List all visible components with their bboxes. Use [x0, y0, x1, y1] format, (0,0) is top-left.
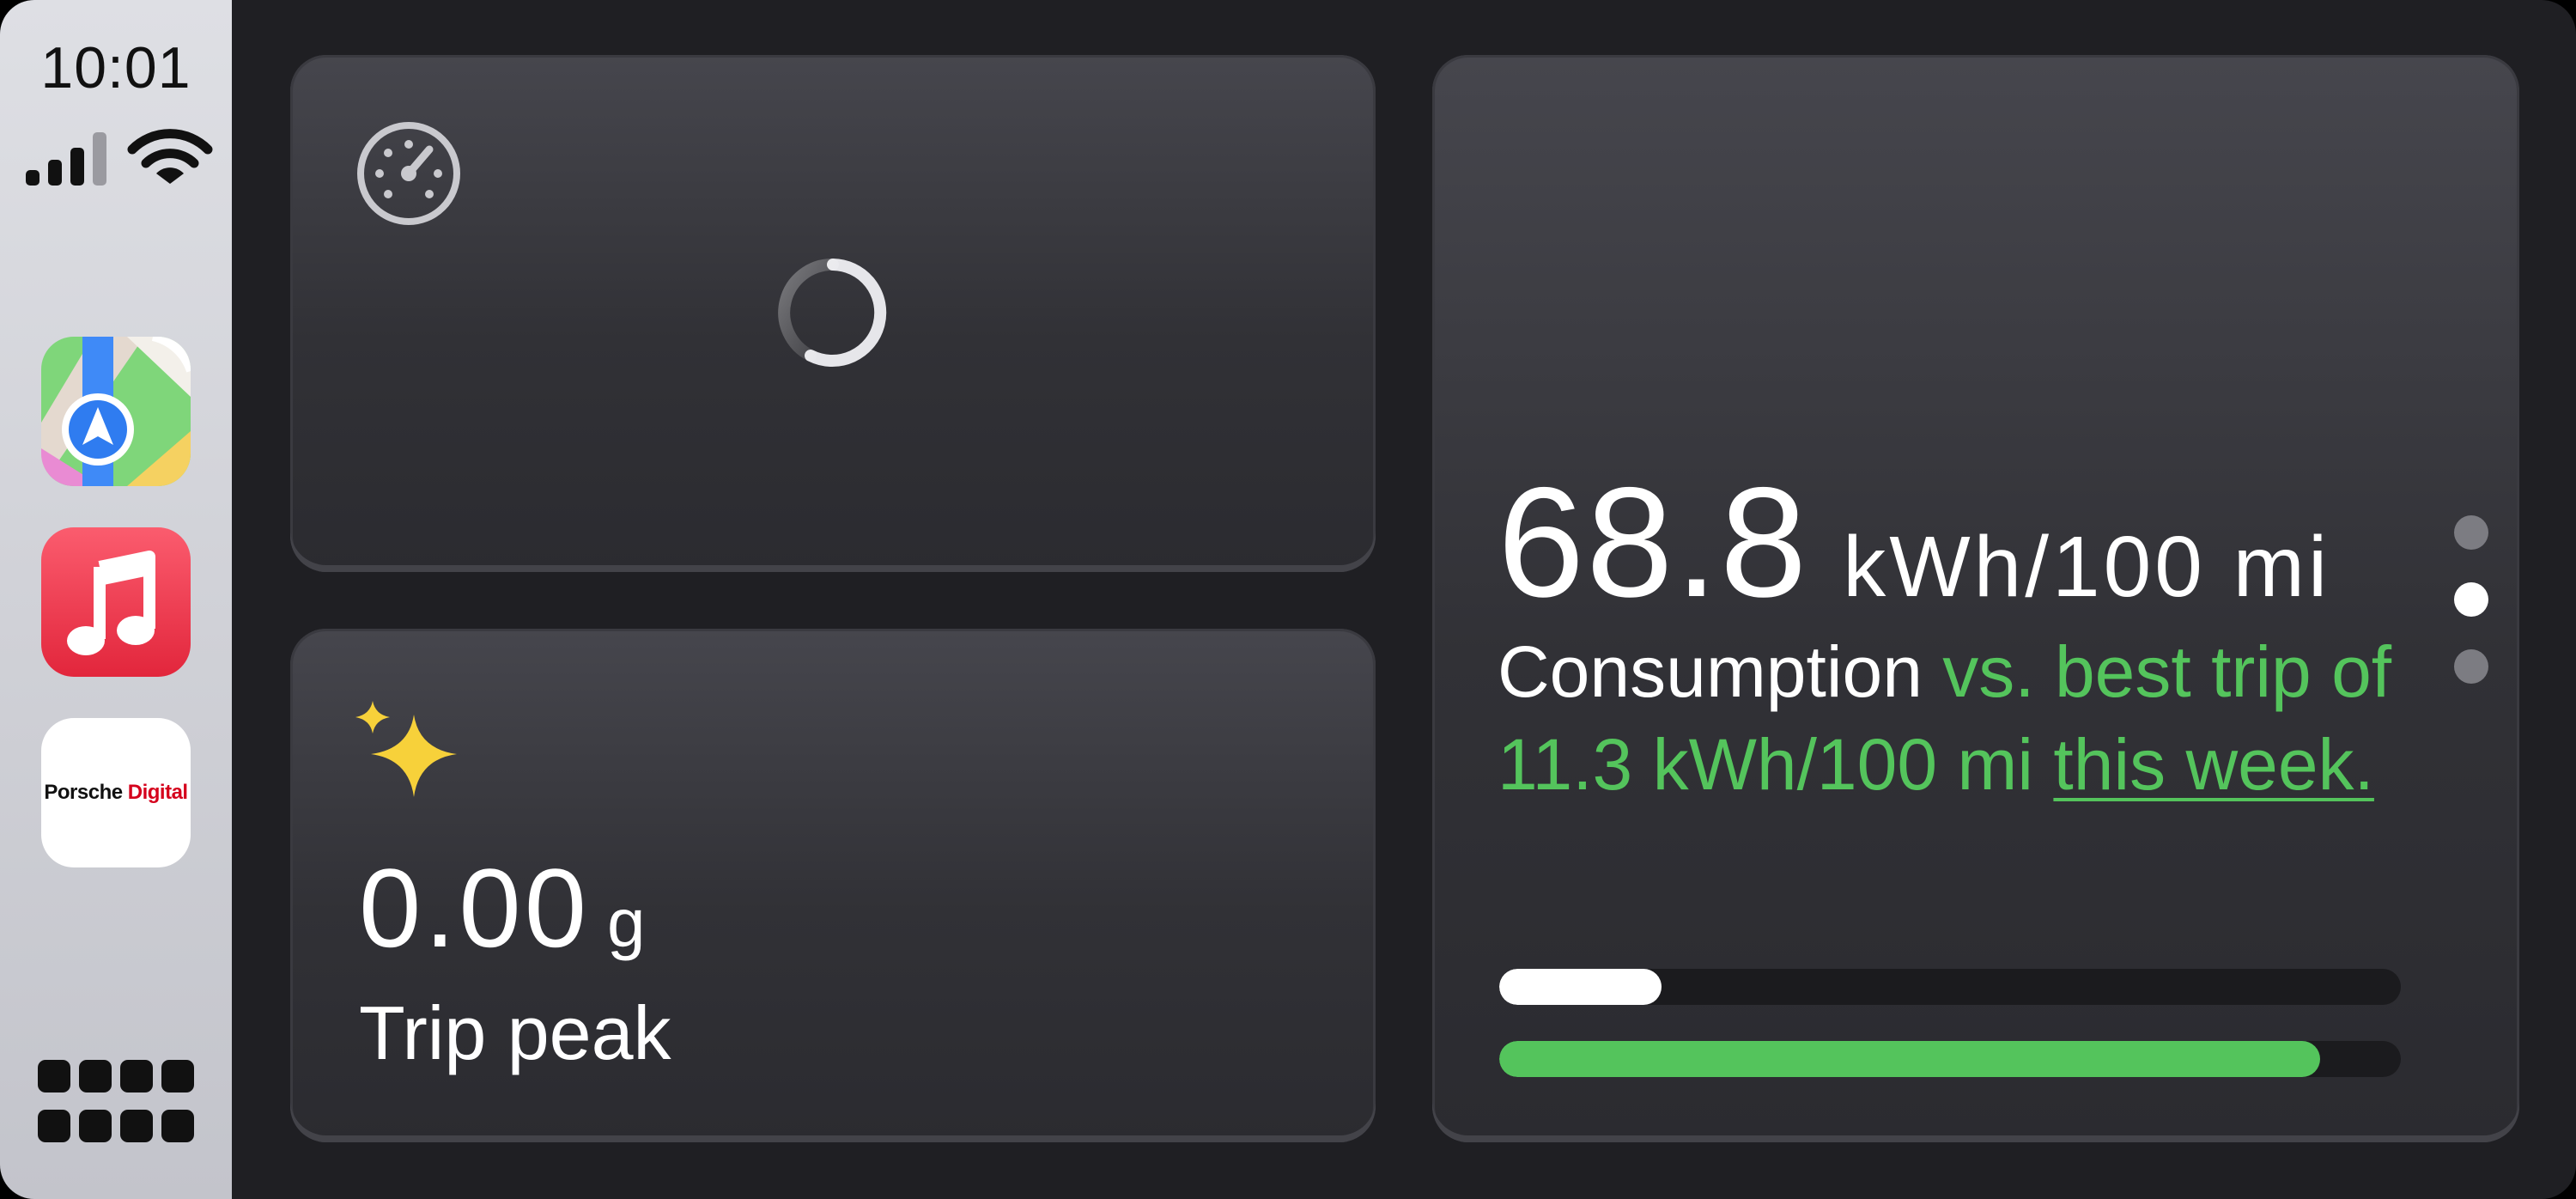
comparison-period-link[interactable]: this week. [2053, 724, 2374, 805]
porsche-digital-icon: Porsche Digital [44, 781, 188, 805]
page-dot-2[interactable] [2454, 582, 2488, 617]
carplay-sidebar: 10:01 Porsche Digital [0, 0, 232, 1199]
current-consumption-bar [1499, 969, 2401, 1005]
gforce-value: 0.00 g [359, 843, 646, 972]
maps-icon [41, 337, 191, 486]
speedometer-icon [357, 122, 460, 225]
loading-spinner-icon [778, 258, 887, 367]
music-note-icon [67, 551, 155, 655]
wifi-icon [127, 129, 213, 184]
music-app-icon[interactable] [41, 527, 191, 677]
page-indicator[interactable] [2454, 515, 2488, 704]
page-dot-3[interactable] [2454, 649, 2488, 684]
gforce-unit: g [607, 885, 646, 961]
speed-widget[interactable] [290, 55, 1376, 572]
sparkles-icon [355, 701, 457, 797]
consumption-description: Consumption vs. best trip of 11.3 kWh/10… [1498, 625, 2442, 811]
consumption-unit: kWh/100 mi [1843, 519, 2331, 615]
current-consumption-bar-fill [1499, 969, 1662, 1005]
app-grid-icon[interactable] [38, 1060, 196, 1146]
consumption-number: 68.8 [1498, 454, 1809, 630]
consumption-label: Consumption [1498, 631, 1923, 712]
carplay-screen: 10:01 Porsche Digital 0.00 g Trip peak 6… [0, 0, 2576, 1199]
status-time: 10:01 [40, 35, 191, 100]
page-dot-1[interactable] [2454, 515, 2488, 550]
porsche-logo-text: Porsche [44, 781, 123, 804]
status-icons [24, 129, 213, 189]
gforce-widget[interactable]: 0.00 g Trip peak [290, 629, 1376, 1142]
porsche-digital-app-icon[interactable]: Porsche Digital [41, 718, 191, 867]
consumption-value: 68.8 kWh/100 mi [1498, 452, 2330, 632]
gforce-label: Trip peak [359, 990, 671, 1075]
maps-app-icon[interactable] [41, 337, 191, 486]
best-consumption-bar [1499, 1041, 2401, 1077]
gforce-number: 0.00 [359, 845, 591, 971]
digital-logo-text: Digital [127, 781, 188, 804]
consumption-widget[interactable]: 68.8 kWh/100 mi Consumption vs. best trip… [1432, 55, 2519, 1142]
best-consumption-bar-fill [1499, 1041, 2320, 1077]
cellular-signal-icon [26, 132, 106, 186]
